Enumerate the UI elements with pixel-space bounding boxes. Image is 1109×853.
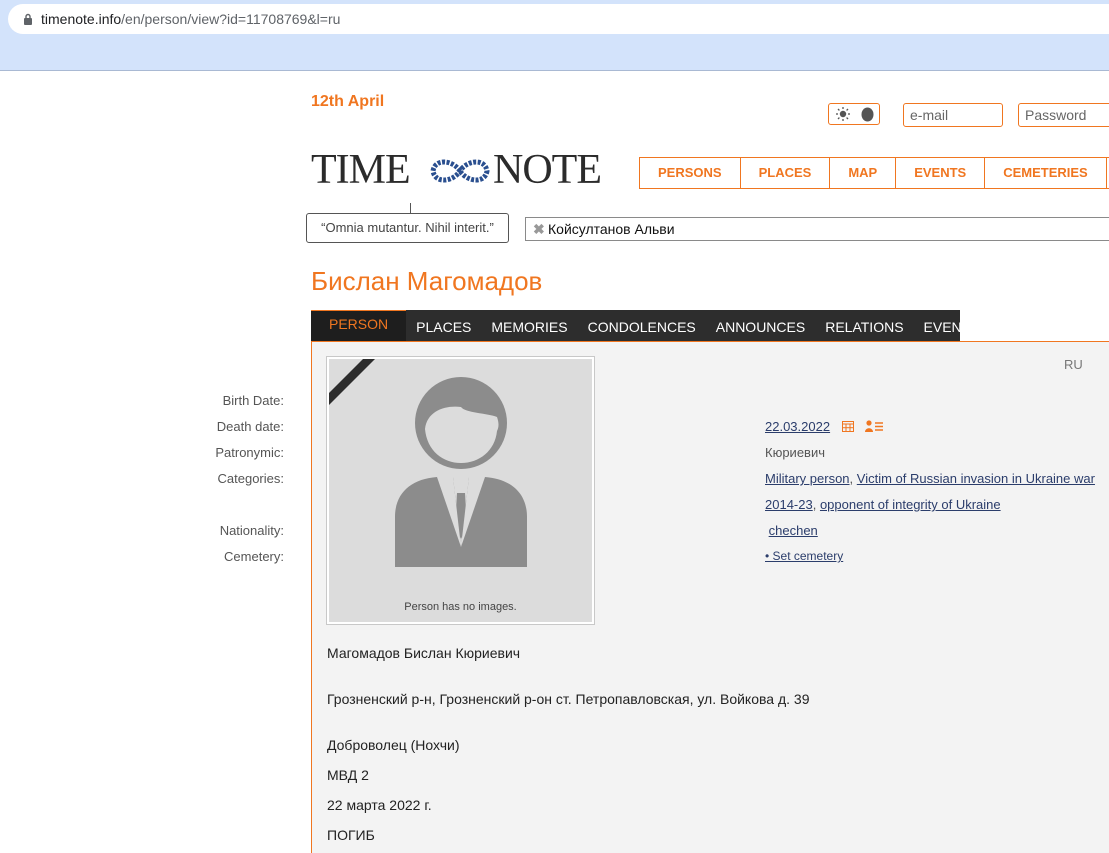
bio-unit: МВД 2 [327,767,369,783]
categories-value-cont: 2014-23, opponent of integrity of Ukrain… [765,497,1001,512]
search-input[interactable]: ✖ Койсултанов Альви [525,217,1109,241]
categories-label: Categories: [217,471,284,486]
motto-pointer [410,203,411,213]
death-date-link[interactable]: 22.03.2022 [765,419,830,434]
patronymic-value: Кюриевич [765,445,825,460]
bio-role: Доброволец (Нохчи) [327,737,460,753]
address-bar[interactable]: timenote.info/en/person/view?id=11708769… [8,4,1109,34]
nav-cemeteries[interactable]: CEMETERIES [985,158,1107,188]
set-cemetery-link[interactable]: • Set cemetery [765,549,843,563]
email-field[interactable] [903,103,1003,127]
infinity-icon [430,159,490,183]
site-logo[interactable]: TIME NOTE [311,147,616,193]
url-path: /en/person/view?id=11708769&l=ru [121,11,341,27]
nationality-link[interactable]: chechen [769,523,818,538]
tab-places[interactable]: PLACES [406,310,481,342]
bio-status: ПОГИБ [327,827,375,843]
cemetery-value: • Set cemetery [765,549,843,563]
category-victim-invasion[interactable]: Victim of Russian invasion in Ukraine wa… [857,471,1095,486]
theme-toggle[interactable] [828,103,880,125]
category-military-person[interactable]: Military person [765,471,850,486]
bio-address: Грозненский р-н, Грозненский р-он ст. Пе… [327,691,810,707]
search-value: Койсултанов Альви [548,221,675,237]
mourning-ribbon-icon [329,359,375,405]
clear-search-icon[interactable]: ✖ [533,221,545,238]
sun-icon[interactable] [835,106,851,122]
browser-toolbar: timenote.info/en/person/view?id=11708769… [0,0,1109,71]
birth-date-label: Birth Date: [222,393,284,408]
motto-quote: “Omnia mutantur. Nihil interit.” [306,213,509,243]
lock-icon [24,13,32,25]
cemetery-label: Cemetery: [224,549,284,564]
main-navigation: PERSONS PLACES MAP EVENTS CEMETERIES A [639,157,1109,189]
page-title: Бислан Магомадов [311,266,543,296]
death-date-value-wrap: 22.03.2022 [765,419,884,434]
person-tabs: PERSON PLACES MEMORIES CONDOLENCES ANNOU… [311,310,980,343]
logo-text-right: NOTE [493,147,602,193]
nav-places[interactable]: PLACES [741,158,831,188]
tab-announces[interactable]: ANNOUNCES [706,310,815,342]
nav-map[interactable]: MAP [830,158,897,188]
calendar-icon[interactable] [841,420,854,432]
url-text: timenote.info/en/person/view?id=11708769… [41,11,340,27]
patronymic-label: Patronymic: [215,445,284,460]
death-date-label: Death date: [216,419,284,434]
category-victim-invasion-years[interactable]: 2014-23 [765,497,813,512]
tab-memories[interactable]: MEMORIES [481,310,577,342]
person-panel: RU Person has no images. Birth Date: Dea… [215,342,1109,853]
category-opponent-integrity[interactable]: opponent of integrity of Ukraine [820,497,1001,512]
logo-text-left: TIME [311,147,411,193]
avatar-placeholder-icon [395,377,527,567]
categories-value: Military person, Victim of Russian invas… [765,471,1095,486]
person-photo: Person has no images. [326,356,595,625]
password-field[interactable] [1018,103,1109,127]
tab-condolences[interactable]: CONDOLENCES [578,310,706,342]
tab-events[interactable]: EVENTS [914,310,990,342]
bio-date: 22 марта 2022 г. [327,797,432,813]
moon-icon[interactable] [860,107,875,122]
url-host: timenote.info [41,11,122,27]
tab-relations[interactable]: RELATIONS [815,310,913,342]
language-link[interactable]: RU [1064,357,1083,372]
no-images-note: Person has no images. [404,601,517,613]
nav-persons[interactable]: PERSONS [640,158,741,188]
nav-events[interactable]: EVENTS [896,158,986,188]
nationality-value: chechen [765,523,818,538]
person-list-icon[interactable] [865,420,884,432]
current-date: 12th April [311,93,385,110]
tab-person[interactable]: PERSON [311,310,407,343]
bio-full-name: Магомадов Бислан Кюриевич [327,645,521,661]
nationality-label: Nationality: [219,523,284,538]
